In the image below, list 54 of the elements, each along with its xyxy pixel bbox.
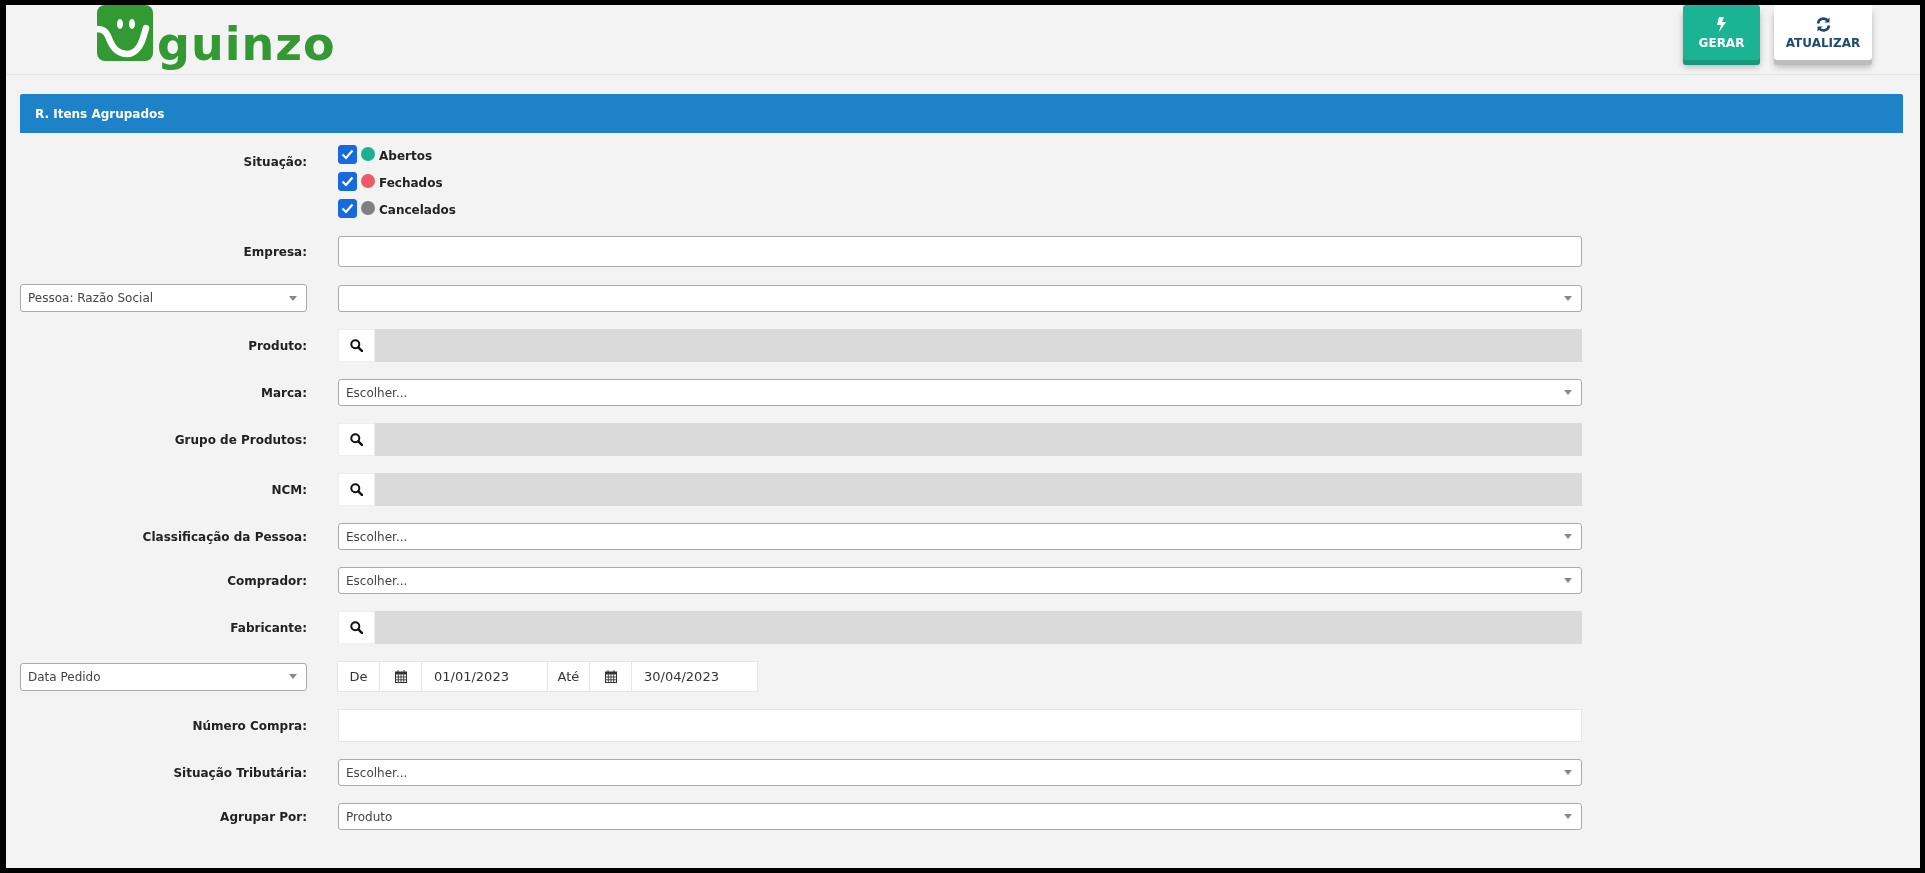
field-label: Fabricante: — [230, 620, 307, 635]
calendar-icon — [394, 670, 407, 683]
calendar-icon — [604, 670, 617, 683]
caret-icon — [1564, 770, 1572, 775]
caret-icon — [1564, 814, 1572, 819]
calendar-button[interactable] — [379, 661, 422, 692]
checkbox-label: Cancelados — [379, 202, 456, 217]
search-button[interactable] — [338, 473, 375, 506]
caret-icon — [1564, 390, 1572, 395]
search-button[interactable] — [338, 423, 375, 456]
field-label: Situação: — [243, 155, 307, 169]
date-field[interactable]: 01/01/2023 — [421, 661, 548, 692]
search-icon — [350, 621, 363, 634]
select-field[interactable]: Escolher... — [338, 379, 1582, 406]
field-label: Grupo de Produtos: — [174, 432, 307, 447]
field-label: Situação Tributária: — [173, 765, 307, 780]
field-label: Classificação da Pessoa: — [142, 529, 307, 544]
caret-icon — [1564, 534, 1572, 539]
field-label: Produto: — [248, 338, 307, 353]
checkbox-label: Fechados — [379, 175, 443, 190]
caret-icon — [1564, 295, 1572, 301]
select-field[interactable]: Produto — [338, 803, 1582, 830]
caret-icon — [289, 674, 297, 679]
caret-icon — [1564, 578, 1572, 583]
search-button[interactable] — [338, 611, 375, 644]
search-icon — [350, 433, 363, 446]
checkbox[interactable] — [338, 171, 357, 191]
field-label: Agrupar Por: — [220, 809, 307, 824]
select-field[interactable]: Escolher... — [338, 523, 1582, 550]
checkbox-label: Abertos — [379, 148, 433, 163]
checkbox[interactable] — [338, 144, 357, 164]
refresh-icon — [1815, 17, 1831, 32]
checkbox[interactable] — [338, 198, 357, 218]
select-field[interactable]: Escolher... — [338, 759, 1582, 786]
select-field[interactable] — [338, 284, 1582, 312]
filter-select[interactable]: Data Pedido — [20, 662, 307, 691]
calendar-button[interactable] — [589, 661, 632, 692]
lightning-icon — [1717, 17, 1726, 32]
field-label: Comprador: — [227, 573, 307, 588]
field-label: NCM: — [271, 482, 307, 497]
field-label: Empresa: — [243, 244, 307, 259]
range-label: Até — [547, 661, 590, 692]
range-label: De — [337, 661, 380, 692]
search-icon — [350, 483, 363, 496]
filter-select[interactable]: Pessoa: Razão Social — [20, 284, 307, 312]
search-button[interactable] — [338, 329, 375, 362]
field-label: Número Compra: — [192, 718, 307, 733]
panel-title: R. Itens Agrupados — [35, 106, 165, 121]
field-label: Marca: — [261, 385, 307, 400]
input-field[interactable] — [338, 236, 1582, 267]
date-field[interactable]: 30/04/2023 — [631, 661, 758, 692]
caret-icon — [289, 295, 297, 301]
search-icon — [350, 339, 363, 352]
select-field[interactable]: Escolher... — [338, 567, 1582, 594]
